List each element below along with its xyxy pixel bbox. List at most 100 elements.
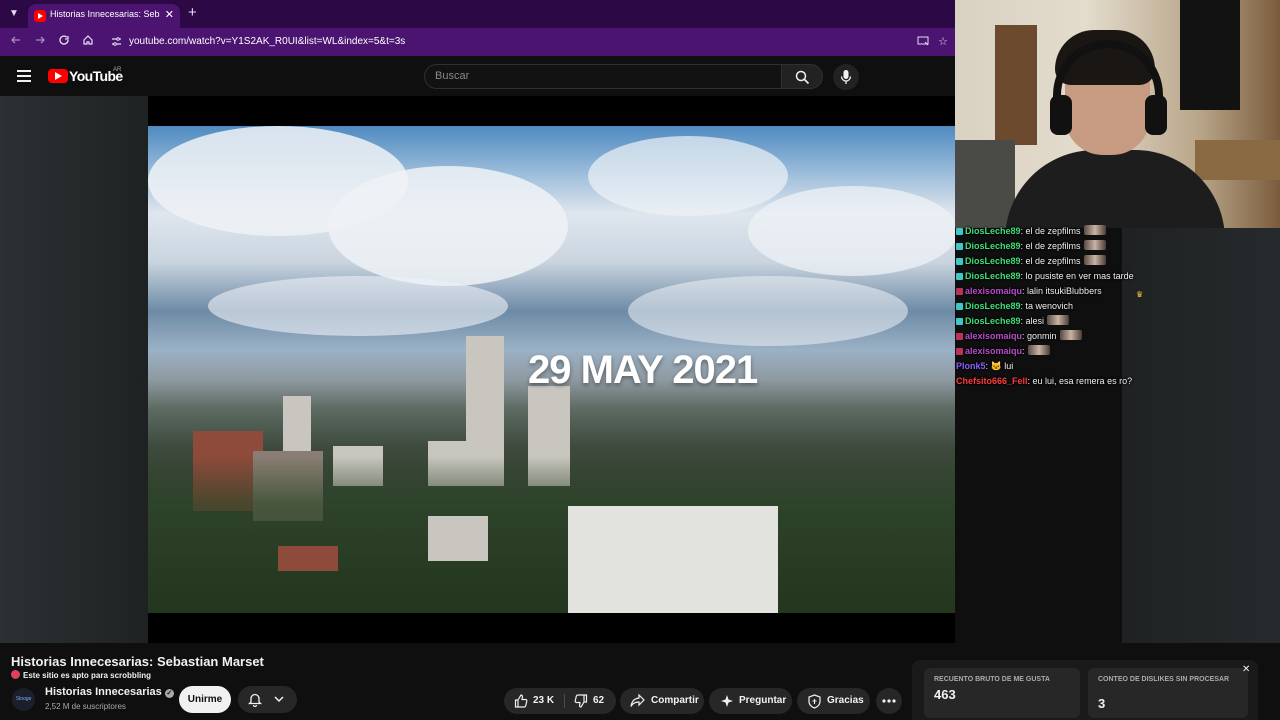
chat-badge-icon <box>956 288 963 295</box>
raw-dislikes-label: CONTEO DE DISLIKES SIN PROCESAR <box>1098 676 1230 683</box>
chat-badge-icon <box>956 228 963 235</box>
chat-badge-icon <box>956 258 963 265</box>
site-info-icon[interactable] <box>110 36 122 48</box>
stats-panel-close-icon[interactable]: ✕ <box>1242 664 1250 675</box>
chat-text: : 🐱 lui <box>985 361 1014 371</box>
like-count[interactable]: 23 K <box>533 695 554 706</box>
super-thanks-icon <box>808 694 821 709</box>
more-actions-button[interactable] <box>876 688 902 714</box>
chat-badge-icon <box>956 333 963 340</box>
new-tab-icon[interactable]: + <box>188 5 197 21</box>
more-dots-icon <box>882 699 896 703</box>
omnibox[interactable]: youtube.com/watch?v=Y1S2AK_R0UI&list=WL&… <box>104 31 950 53</box>
webcam-shelf <box>1195 140 1280 180</box>
chat-username: DiosLeche89 <box>965 256 1021 266</box>
forward-arrow-icon[interactable] <box>32 34 48 50</box>
chat-badge-icon <box>956 348 963 355</box>
country-code: AR <box>113 67 122 73</box>
bell-icon <box>248 693 262 707</box>
voice-search-button[interactable] <box>833 64 859 90</box>
chat-username: Plonk5 <box>956 361 986 371</box>
chat-username: alexisomaiqu <box>965 286 1023 296</box>
share-label: Compartir <box>651 695 699 706</box>
search-button[interactable] <box>781 64 823 89</box>
webcam-door <box>995 25 1037 145</box>
chat-emote-icon <box>1027 345 1050 355</box>
ask-button[interactable]: Preguntar <box>709 688 792 714</box>
chat-username: DiosLeche89 <box>965 301 1021 311</box>
raw-dislikes-card: CONTEO DE DISLIKES SIN PROCESAR 3 <box>1088 668 1248 718</box>
share-button[interactable]: Compartir <box>620 688 704 714</box>
video-frame[interactable]: 29 MAY 2021 <box>148 126 955 613</box>
chat-username: DiosLeche89 <box>965 271 1021 281</box>
chat-emote-icon <box>1083 225 1106 235</box>
chat-text: : el de zepfilms <box>1020 241 1081 251</box>
raw-dislikes-value: 3 <box>1098 696 1106 711</box>
url-text: youtube.com/watch?v=Y1S2AK_R0UI&list=WL&… <box>129 36 406 47</box>
chat-text: : gonmin <box>1022 331 1057 341</box>
join-button[interactable]: Unirme <box>179 686 231 713</box>
chat-username: alexisomaiqu <box>965 346 1023 356</box>
cloud <box>208 276 508 336</box>
menu-hamburger-icon[interactable] <box>17 70 31 82</box>
raw-likes-card: RECUENTO BRUTO DE ME GUSTA 463 <box>924 668 1080 718</box>
chat-username: Chefsito666_Fell <box>956 376 1028 386</box>
thanks-label: Gracias <box>827 695 864 706</box>
subscription-bell-button[interactable] <box>238 686 297 713</box>
like-divider <box>564 694 565 708</box>
tab-title: Historias Innecesarias: Sebastia <box>50 9 160 19</box>
chat-message: Chefsito666_Fell: eu lui, esa remera es … <box>956 374 1156 389</box>
ambient-left-panel <box>0 96 148 643</box>
youtube-favicon-icon <box>34 10 46 22</box>
chat-message: DiosLeche89: el de zepfilms <box>956 239 1156 254</box>
crown-icon: ♛ <box>1136 290 1144 299</box>
chat-message: alexisomaiqu: lalin itsukiBlubbers <box>956 284 1156 299</box>
share-arrow-icon <box>630 694 645 707</box>
back-arrow-icon[interactable] <box>8 34 24 50</box>
headset-earcup <box>1145 95 1167 135</box>
browser-tab[interactable]: Historias Innecesarias: Sebastia ✕ <box>28 4 180 28</box>
chat-text: : el de zepfilms <box>1020 226 1081 236</box>
video-player[interactable]: 29 MAY 2021 <box>148 96 955 643</box>
tab-search-menu-icon[interactable]: ▼ <box>6 6 22 22</box>
cloud <box>748 186 955 276</box>
chat-message: Plonk5: 🐱 lui <box>956 359 1156 374</box>
raw-likes-label: RECUENTO BRUTO DE ME GUSTA <box>934 676 1050 683</box>
chat-badge-icon <box>956 243 963 250</box>
browser-tab-bar: ▼ Historias Innecesarias: Sebastia ✕ + <box>0 0 955 28</box>
chat-text: : lo pusiste en ver mas tarde <box>1020 271 1134 281</box>
search-input[interactable] <box>435 70 765 82</box>
scrobble-text: Este sitio es apto para scrobbling <box>23 671 152 680</box>
thumbs-down-icon[interactable] <box>574 694 588 708</box>
chat-emote-icon <box>1083 240 1106 250</box>
chat-username: DiosLeche89 <box>965 226 1021 236</box>
channel-name-link[interactable]: Historias Innecesarias ✓ <box>45 686 174 698</box>
chat-username: DiosLeche89 <box>965 241 1021 251</box>
tab-close-icon[interactable]: ✕ <box>165 8 174 21</box>
microphone-icon <box>840 70 852 84</box>
thanks-button[interactable]: Gracias <box>797 688 870 714</box>
cloud <box>588 136 788 216</box>
chat-message: alexisomaiqu: gonmin <box>956 329 1156 344</box>
chat-message: DiosLeche89: el de zepfilms <box>956 254 1156 269</box>
chat-message: alexisomaiqu: <box>956 344 1156 359</box>
sparkle-icon <box>721 695 733 707</box>
building <box>278 546 338 571</box>
channel-avatar[interactable]: Stooge <box>12 688 35 711</box>
dislike-count[interactable]: 62 <box>593 695 604 706</box>
home-icon[interactable] <box>80 34 96 50</box>
chat-text: : <box>1022 346 1025 356</box>
video-title: Historias Innecesarias: Sebastian Marset <box>11 654 264 669</box>
chat-text: : el de zepfilms <box>1020 256 1081 266</box>
chat-message: DiosLeche89: alesi <box>956 314 1156 329</box>
headset-earcup <box>1050 95 1072 135</box>
chat-text: : ta wenovich <box>1020 301 1074 311</box>
video-date-caption: 29 MAY 2021 <box>528 348 758 392</box>
chat-badge-icon <box>956 318 963 325</box>
chat-message: DiosLeche89: el de zepfilms <box>956 224 1156 239</box>
cast-icon[interactable] <box>916 35 930 49</box>
thumbs-up-icon[interactable] <box>514 694 528 708</box>
reload-icon[interactable] <box>56 34 72 50</box>
bookmark-star-icon[interactable]: ☆ <box>936 35 950 49</box>
chat-text: : alesi <box>1020 316 1045 326</box>
